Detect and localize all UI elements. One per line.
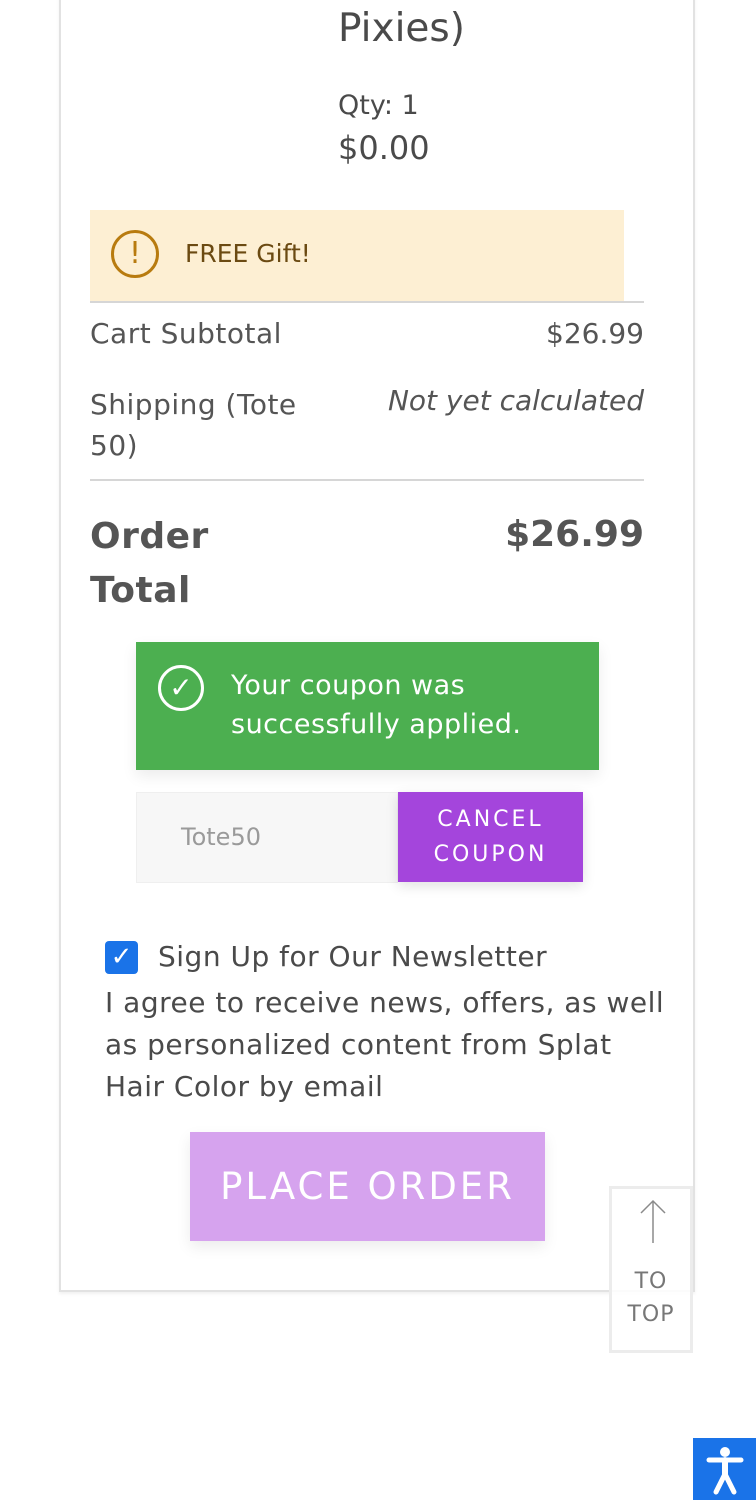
product-quantity: Qty: 1 — [338, 90, 419, 121]
divider — [90, 301, 644, 303]
product-name: Pixies) — [338, 6, 465, 51]
subtotal-label: Cart Subtotal — [90, 317, 282, 350]
free-gift-text: FREE Gift! — [185, 239, 311, 268]
check-circle-icon: ✓ — [158, 665, 204, 711]
product-price: $0.00 — [338, 129, 430, 167]
coupon-success-message: ✓ Your coupon was successfully applied. — [136, 642, 599, 770]
place-order-button[interactable]: PLACE ORDER — [190, 1132, 545, 1241]
shipping-value: Not yet calculated — [387, 384, 644, 417]
divider — [90, 479, 644, 481]
free-gift-notice: ! FREE Gift! — [90, 210, 624, 301]
newsletter-consent-text: I agree to receive news, offers, as well… — [105, 986, 665, 1103]
coupon-success-text: Your coupon was successfully applied. — [231, 666, 571, 744]
cancel-coupon-line2: COUPON — [433, 842, 548, 867]
order-total-label-line2: Total — [90, 570, 191, 611]
alert-circle-icon: ! — [111, 230, 159, 278]
coupon-success-line2: successfully applied. — [231, 709, 522, 740]
to-top-line2: TOP — [627, 1302, 675, 1327]
back-to-top-button[interactable]: TO TOP — [609, 1186, 693, 1353]
accessibility-icon — [706, 1447, 744, 1495]
newsletter-title: Sign Up for Our Newsletter — [158, 940, 548, 973]
shipping-label-line2: 50) — [90, 429, 139, 462]
shipping-label: Shipping (Tote 50) — [90, 384, 297, 466]
coupon-code-field[interactable]: Tote50 — [136, 792, 398, 883]
order-total-value: $26.99 — [505, 514, 644, 555]
subtotal-value: $26.99 — [546, 317, 644, 350]
cancel-coupon-button[interactable]: CANCEL COUPON — [398, 792, 583, 882]
coupon-success-line1: Your coupon was — [231, 670, 466, 701]
accessibility-button[interactable] — [693, 1438, 756, 1500]
cancel-coupon-line1: CANCEL — [437, 807, 544, 832]
newsletter-checkbox[interactable]: ✓ — [105, 941, 138, 974]
arrow-up-icon — [640, 1199, 666, 1243]
shipping-label-line1: Shipping (Tote — [90, 388, 297, 421]
to-top-line1: TO — [634, 1269, 668, 1294]
to-top-label: TO TOP — [612, 1265, 690, 1331]
order-total-label: Order Total — [90, 510, 209, 618]
order-total-label-line1: Order — [90, 516, 209, 557]
